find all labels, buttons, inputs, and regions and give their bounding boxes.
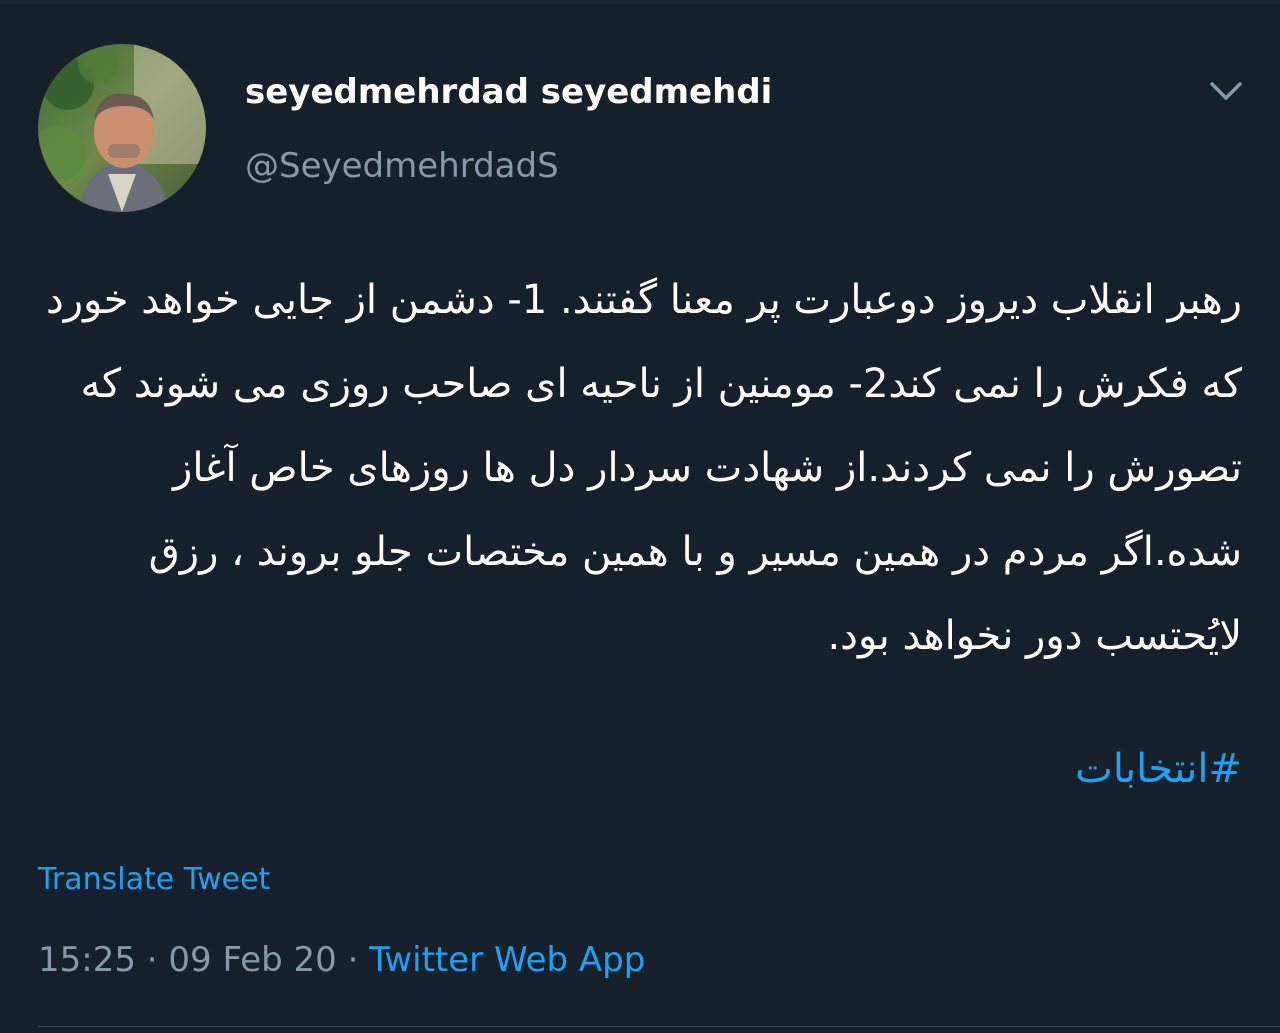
user-handle[interactable]: @SeyedmehrdadS (245, 146, 559, 186)
meta-separator: · (347, 940, 359, 980)
tweet-time[interactable]: 15:25 (38, 940, 136, 980)
chevron-down-icon[interactable] (1206, 74, 1246, 110)
tweet-card: seyedmehrdad seyedmehdi @SeyedmehrdadS ر… (0, 0, 1280, 1033)
tweet-date[interactable]: 09 Feb 20 (168, 940, 336, 980)
tweet-text: رهبر انقلاب دیروز دوعبارت پر معنا گفتند.… (45, 277, 1242, 659)
hashtag-link[interactable]: #انتخابات (1075, 746, 1242, 792)
translate-tweet-link[interactable]: Translate Tweet (38, 862, 270, 897)
avatar-image (38, 44, 206, 212)
avatar[interactable] (38, 44, 206, 212)
tweet-source-link[interactable]: Twitter Web App (369, 940, 645, 980)
display-name[interactable]: seyedmehrdad seyedmehdi (245, 72, 772, 112)
tweet-metadata: 15:25 · 09 Feb 20 · Twitter Web App (38, 940, 645, 980)
top-divider (0, 0, 1280, 4)
meta-separator: · (146, 940, 158, 980)
bottom-divider (38, 1026, 1280, 1027)
